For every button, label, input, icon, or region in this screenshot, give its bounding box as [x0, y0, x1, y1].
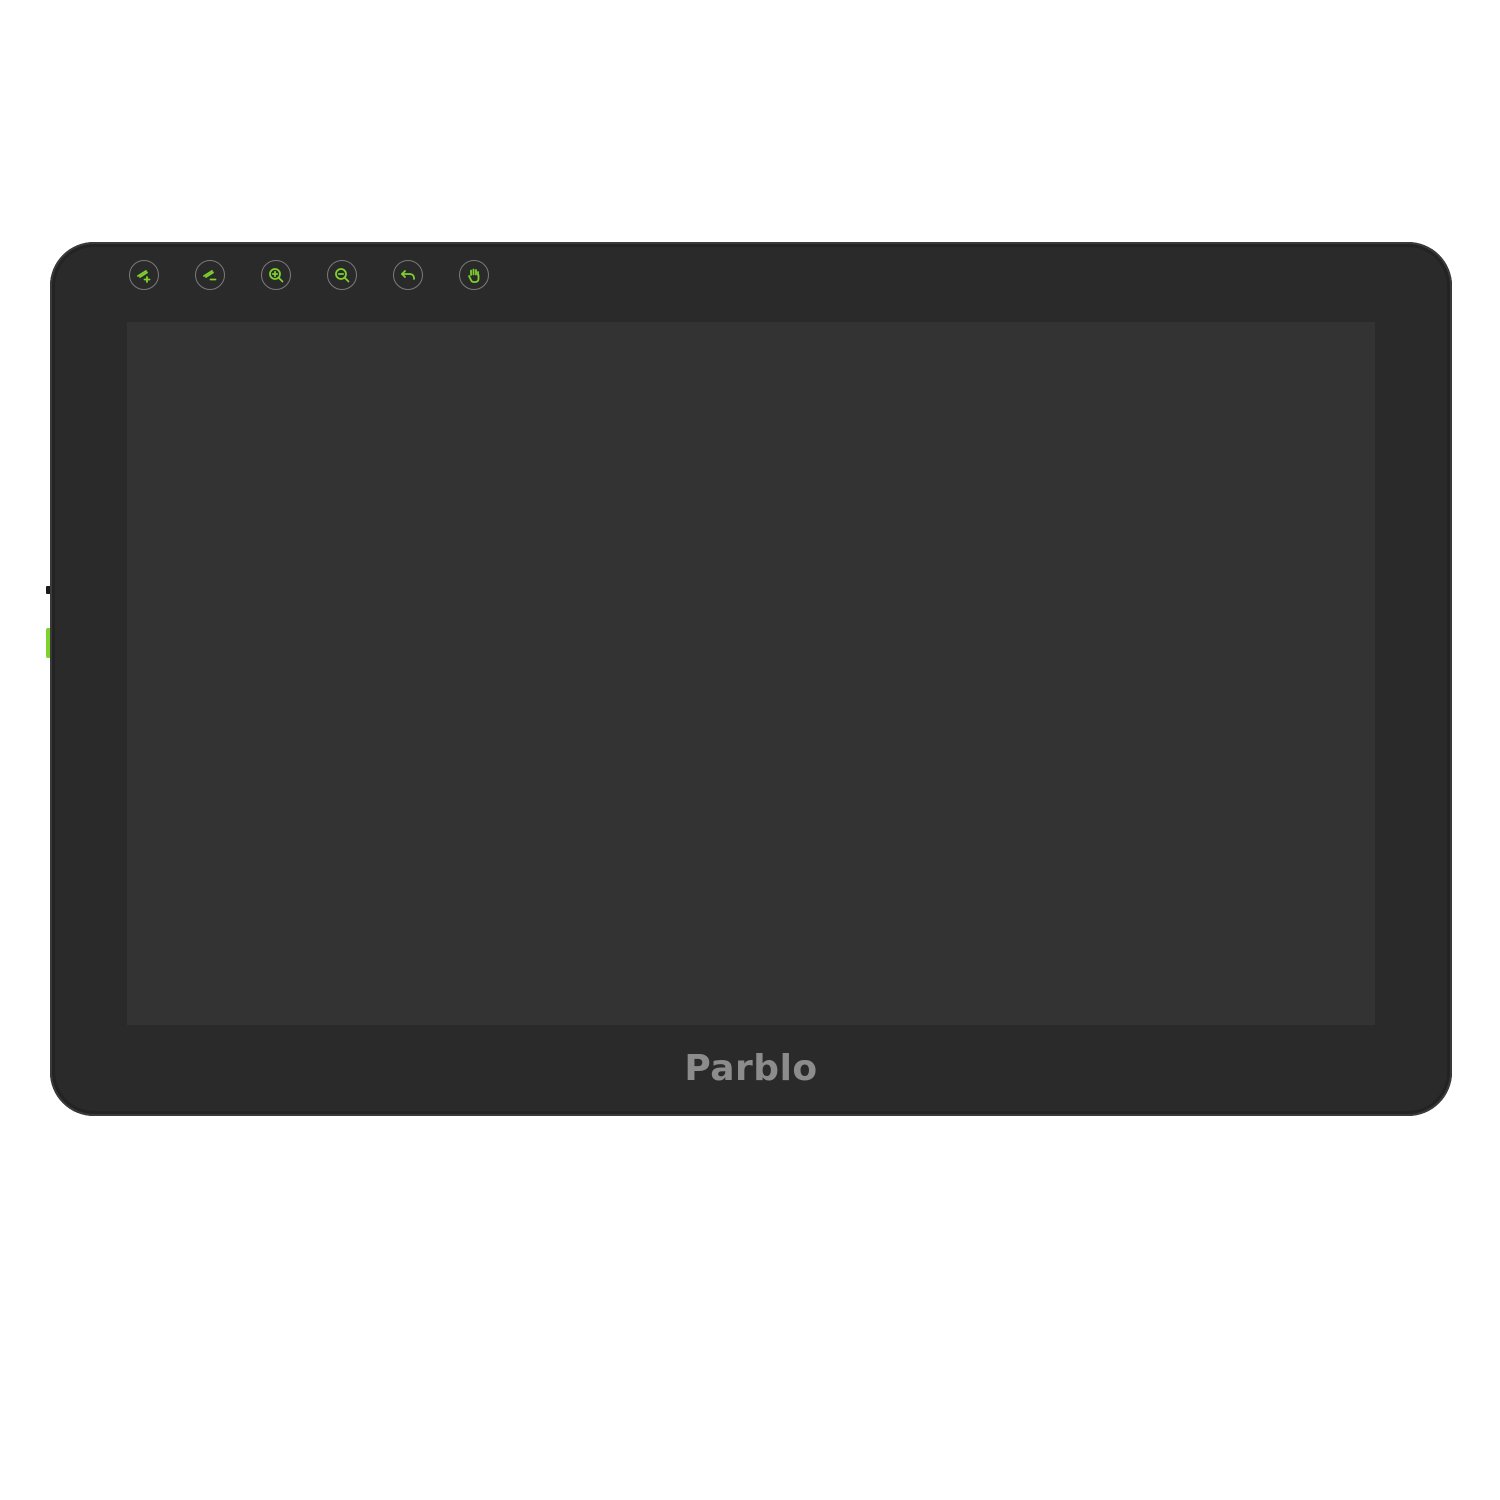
- pen-display-tablet: Parblo: [50, 242, 1452, 1116]
- product-photo: Parblo: [0, 0, 1500, 1500]
- brand-logo: Parblo: [684, 1048, 818, 1089]
- zoom-in-icon: [269, 268, 284, 283]
- brush-size-down-icon: [203, 270, 217, 281]
- brush-size-up-icon: [137, 270, 151, 283]
- brush-size-up-button[interactable]: [129, 260, 159, 290]
- hand-icon: [468, 268, 480, 283]
- zoom-out-icon: [335, 268, 350, 283]
- hand-pan-button[interactable]: [459, 260, 489, 290]
- brush-size-down-button[interactable]: [195, 260, 225, 290]
- express-keys: [129, 260, 489, 290]
- zoom-in-button[interactable]: [261, 260, 291, 290]
- zoom-out-button[interactable]: [327, 260, 357, 290]
- undo-icon: [401, 270, 415, 280]
- undo-button[interactable]: [393, 260, 423, 290]
- display-screen: [127, 322, 1375, 1025]
